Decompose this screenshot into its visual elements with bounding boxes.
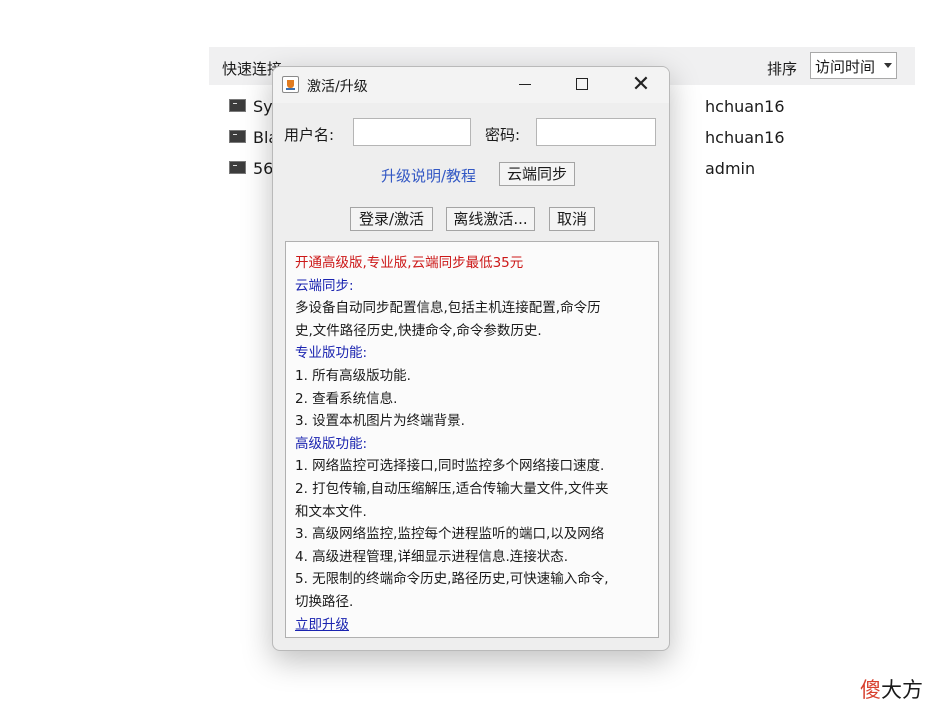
chevron-down-icon — [884, 63, 892, 68]
cloud-sync-button[interactable]: 云端同步 — [499, 162, 575, 186]
advanced-feature-item: 和文本文件. — [295, 503, 367, 520]
connection-user: admin — [705, 159, 756, 178]
upgrade-info-text[interactable]: 开通高级版,专业版,云端同步最低35元 云端同步: 多设备自动同步配置信息,包括… — [285, 241, 659, 638]
sort-select[interactable]: 访问时间 — [810, 52, 897, 79]
advanced-feature-item: 2. 打包传输,自动压缩解压,适合传输大量文件,文件夹 — [295, 480, 609, 497]
advanced-feature-item: 4. 高级进程管理,详细显示进程信息.连接状态. — [295, 548, 569, 565]
username-label: 用户名: — [284, 126, 335, 144]
advanced-feature-item: 3. 高级网络监控,监控每个进程监听的端口,以及网络 — [295, 526, 605, 543]
watermark: 傻大方 — [860, 674, 923, 704]
terminal-icon — [229, 161, 246, 174]
sort-label: 排序 — [767, 60, 798, 78]
terminal-icon — [229, 130, 246, 143]
java-app-icon — [282, 76, 299, 93]
watermark-first: 傻 — [860, 678, 881, 702]
advanced-heading: 高级版功能: — [295, 435, 368, 452]
upgrade-guide-link[interactable]: 升级说明/教程 — [381, 165, 476, 186]
cloud-sync-desc: 史,文件路径历史,快捷命令,命令参数历史. — [295, 322, 542, 339]
cloud-sync-desc: 多设备自动同步配置信息,包括主机连接配置,命令历 — [295, 300, 601, 317]
advanced-feature-item: 1. 网络监控可选择接口,同时监控多个网络接口速度. — [295, 458, 605, 475]
password-label: 密码: — [485, 126, 521, 144]
pro-feature-item: 2. 查看系统信息. — [295, 390, 398, 407]
username-field[interactable] — [353, 118, 471, 146]
pro-feature-item: 1. 所有高级版功能. — [295, 367, 411, 384]
activation-dialog: 激活/升级 ✕ 用户名: 密码: 升级说明/教程 云端同步 登录/激活 离线激活… — [272, 66, 670, 651]
pro-heading: 专业版功能: — [295, 345, 368, 362]
promo-text: 开通高级版,专业版,云端同步最低35元 — [295, 255, 524, 271]
offline-activate-button[interactable]: 离线激活... — [446, 207, 535, 231]
password-field[interactable] — [536, 118, 656, 146]
advanced-feature-item: 5. 无限制的终端命令历史,路径历史,可快速输入命令, — [295, 571, 609, 588]
sort-select-value: 访问时间 — [815, 58, 876, 76]
upgrade-now-link[interactable]: 立即升级 — [295, 614, 658, 637]
dialog-titlebar: 激活/升级 ✕ — [273, 67, 669, 103]
maximize-icon[interactable] — [559, 67, 605, 103]
advanced-feature-item: 切换路径. — [295, 593, 354, 610]
close-icon[interactable]: ✕ — [618, 67, 664, 103]
minimize-icon[interactable] — [502, 67, 548, 103]
dialog-title: 激活/升级 — [307, 79, 368, 95]
terminal-icon — [229, 99, 246, 112]
connection-user: hchuan16 — [705, 97, 785, 116]
cancel-button[interactable]: 取消 — [549, 207, 595, 231]
login-activate-button[interactable]: 登录/激活 — [350, 207, 433, 231]
connection-name: 56 — [253, 159, 274, 178]
pro-feature-item: 3. 设置本机图片为终端背景. — [295, 413, 465, 430]
connection-name: Sy — [253, 97, 273, 116]
cloud-sync-heading: 云端同步: — [295, 277, 354, 294]
watermark-rest: 大方 — [881, 678, 923, 702]
connection-user: hchuan16 — [705, 128, 785, 147]
